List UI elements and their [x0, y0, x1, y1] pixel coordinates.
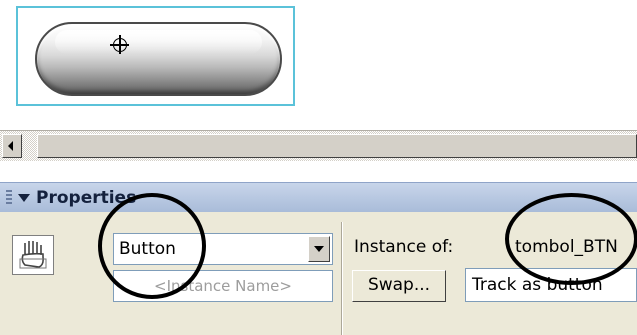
- scroll-left-button[interactable]: [2, 134, 22, 158]
- button-symbol-icon: [12, 235, 54, 275]
- crosshair-icon: [110, 35, 129, 54]
- collapse-triangle-icon[interactable]: [18, 194, 30, 202]
- annotation-circle-behavior: [98, 193, 206, 299]
- arrow-left-icon: [8, 141, 13, 151]
- horizontal-scrollbar[interactable]: [0, 130, 637, 161]
- button-symbol-instance[interactable]: [35, 22, 282, 96]
- grip-icon[interactable]: [6, 190, 12, 206]
- instance-of-label: Instance of:: [354, 237, 454, 257]
- divider: [341, 222, 343, 335]
- dropdown-button[interactable]: [308, 236, 330, 262]
- chevron-down-icon: [314, 246, 324, 252]
- annotation-circle-symbol: [505, 193, 637, 285]
- stage: [0, 0, 637, 130]
- swap-button[interactable]: Swap...: [352, 270, 446, 302]
- scroll-thumb[interactable]: [37, 134, 637, 158]
- stage-gap: [0, 161, 637, 182]
